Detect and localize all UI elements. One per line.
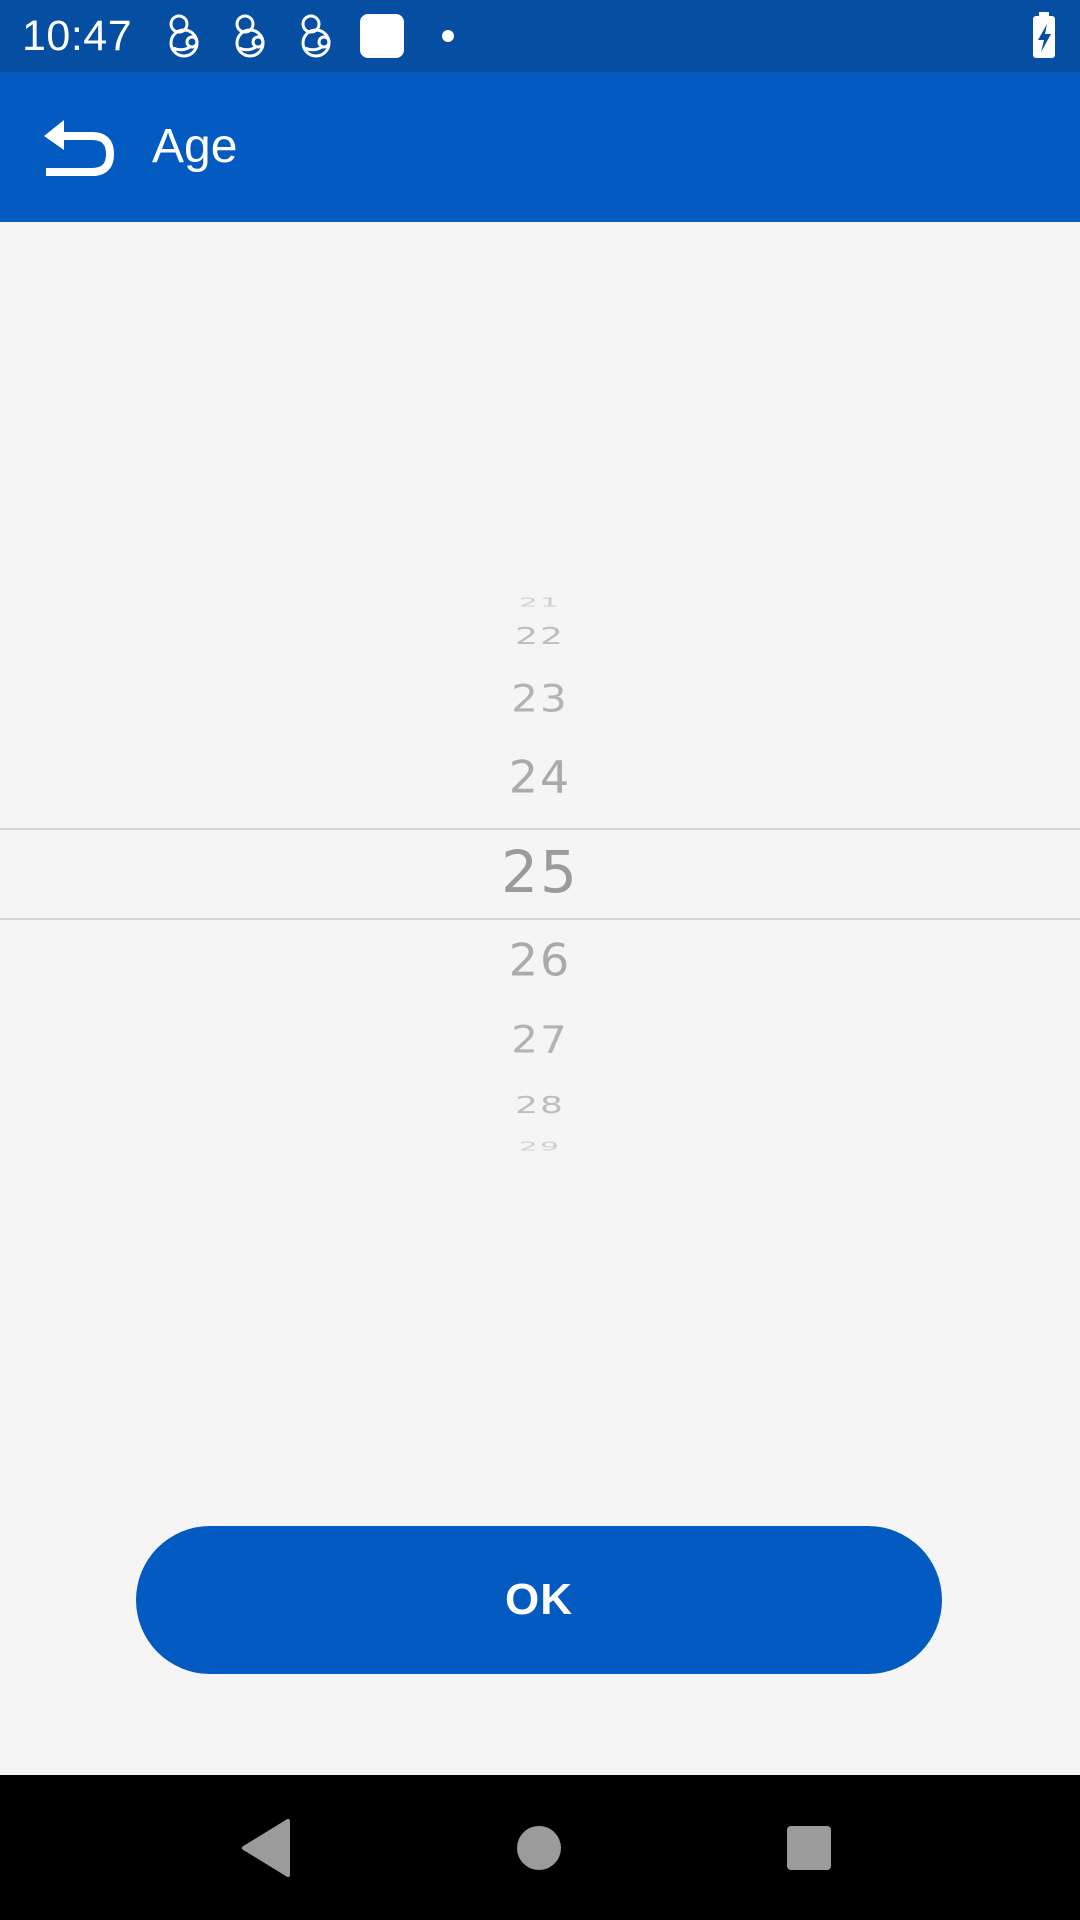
picker-option-27[interactable]: 27 — [0, 1018, 1080, 1062]
app-notification-icon — [160, 12, 208, 60]
square-notification-icon — [358, 12, 406, 60]
picker-option-22[interactable]: 22 — [0, 624, 1080, 650]
app-bar: Age — [0, 72, 1080, 222]
status-time: 10:47 — [22, 12, 133, 60]
recents-square-icon[interactable] — [772, 1811, 846, 1885]
picker-option-29[interactable]: 29 — [0, 1141, 1080, 1153]
dot-icon — [424, 12, 472, 60]
system-nav-bar — [0, 1775, 1080, 1920]
status-bar: 10:47 — [0, 0, 1080, 72]
back-arrow-icon[interactable] — [36, 112, 120, 182]
app-notification-icon — [292, 12, 340, 60]
battery-charging-icon — [1020, 12, 1068, 60]
picker-option-24[interactable]: 24 — [0, 750, 1080, 804]
picker-option-23[interactable]: 23 — [0, 677, 1080, 721]
picker-option-21[interactable]: 21 — [0, 597, 1080, 609]
back-triangle-icon[interactable] — [230, 1811, 304, 1885]
app-notification-icon — [226, 12, 274, 60]
picker-selection-line-top — [0, 828, 1080, 830]
picker-option-selected[interactable]: 25 — [0, 837, 1080, 907]
ok-button[interactable]: OK — [136, 1526, 942, 1674]
screen: 10:47 Age 21 22 23 24 25 26 27 28 29 OK — [0, 0, 1080, 1920]
picker-option-26[interactable]: 26 — [0, 933, 1080, 987]
picker-selection-line-bottom — [0, 918, 1080, 920]
page-title: Age — [152, 120, 238, 173]
home-circle-icon[interactable] — [502, 1811, 576, 1885]
picker-option-28[interactable]: 28 — [0, 1093, 1080, 1119]
